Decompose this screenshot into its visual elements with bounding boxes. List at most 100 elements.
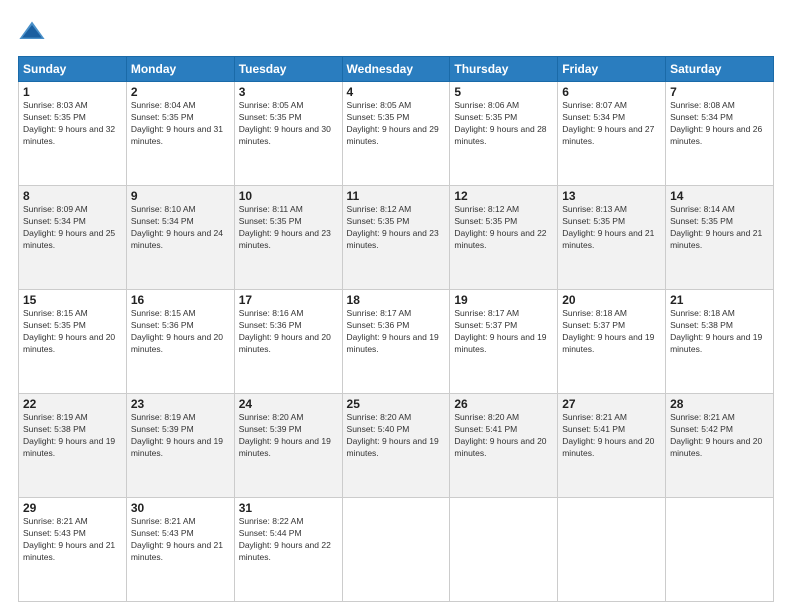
day-cell: 15 Sunrise: 8:15 AMSunset: 5:35 PMDaylig… — [19, 290, 127, 394]
day-info: Sunrise: 8:21 AMSunset: 5:43 PMDaylight:… — [23, 516, 115, 562]
day-cell: 12 Sunrise: 8:12 AMSunset: 5:35 PMDaylig… — [450, 186, 558, 290]
weekday-header-wednesday: Wednesday — [342, 57, 450, 82]
day-number: 16 — [131, 293, 230, 307]
header — [18, 18, 774, 46]
day-info: Sunrise: 8:03 AMSunset: 5:35 PMDaylight:… — [23, 100, 115, 146]
day-info: Sunrise: 8:12 AMSunset: 5:35 PMDaylight:… — [454, 204, 546, 250]
day-cell: 10 Sunrise: 8:11 AMSunset: 5:35 PMDaylig… — [234, 186, 342, 290]
page: SundayMondayTuesdayWednesdayThursdayFrid… — [0, 0, 792, 612]
day-cell — [342, 498, 450, 602]
day-number: 21 — [670, 293, 769, 307]
day-number: 2 — [131, 85, 230, 99]
day-cell — [450, 498, 558, 602]
day-number: 19 — [454, 293, 553, 307]
day-info: Sunrise: 8:20 AMSunset: 5:39 PMDaylight:… — [239, 412, 331, 458]
day-cell: 24 Sunrise: 8:20 AMSunset: 5:39 PMDaylig… — [234, 394, 342, 498]
day-info: Sunrise: 8:20 AMSunset: 5:41 PMDaylight:… — [454, 412, 546, 458]
weekday-header-saturday: Saturday — [666, 57, 774, 82]
weekday-header-monday: Monday — [126, 57, 234, 82]
weekday-header-thursday: Thursday — [450, 57, 558, 82]
day-cell: 27 Sunrise: 8:21 AMSunset: 5:41 PMDaylig… — [558, 394, 666, 498]
day-number: 6 — [562, 85, 661, 99]
day-number: 23 — [131, 397, 230, 411]
day-cell — [666, 498, 774, 602]
day-cell: 20 Sunrise: 8:18 AMSunset: 5:37 PMDaylig… — [558, 290, 666, 394]
day-number: 9 — [131, 189, 230, 203]
day-info: Sunrise: 8:16 AMSunset: 5:36 PMDaylight:… — [239, 308, 331, 354]
day-info: Sunrise: 8:10 AMSunset: 5:34 PMDaylight:… — [131, 204, 223, 250]
week-row-4: 22 Sunrise: 8:19 AMSunset: 5:38 PMDaylig… — [19, 394, 774, 498]
day-cell: 19 Sunrise: 8:17 AMSunset: 5:37 PMDaylig… — [450, 290, 558, 394]
day-info: Sunrise: 8:21 AMSunset: 5:42 PMDaylight:… — [670, 412, 762, 458]
day-info: Sunrise: 8:09 AMSunset: 5:34 PMDaylight:… — [23, 204, 115, 250]
day-info: Sunrise: 8:17 AMSunset: 5:36 PMDaylight:… — [347, 308, 439, 354]
day-cell: 18 Sunrise: 8:17 AMSunset: 5:36 PMDaylig… — [342, 290, 450, 394]
day-number: 11 — [347, 189, 446, 203]
day-cell: 21 Sunrise: 8:18 AMSunset: 5:38 PMDaylig… — [666, 290, 774, 394]
day-cell: 8 Sunrise: 8:09 AMSunset: 5:34 PMDayligh… — [19, 186, 127, 290]
day-cell — [558, 498, 666, 602]
day-number: 26 — [454, 397, 553, 411]
day-cell: 30 Sunrise: 8:21 AMSunset: 5:43 PMDaylig… — [126, 498, 234, 602]
day-number: 4 — [347, 85, 446, 99]
day-cell: 9 Sunrise: 8:10 AMSunset: 5:34 PMDayligh… — [126, 186, 234, 290]
day-cell: 4 Sunrise: 8:05 AMSunset: 5:35 PMDayligh… — [342, 82, 450, 186]
week-row-1: 1 Sunrise: 8:03 AMSunset: 5:35 PMDayligh… — [19, 82, 774, 186]
day-cell: 16 Sunrise: 8:15 AMSunset: 5:36 PMDaylig… — [126, 290, 234, 394]
day-cell: 3 Sunrise: 8:05 AMSunset: 5:35 PMDayligh… — [234, 82, 342, 186]
day-number: 18 — [347, 293, 446, 307]
calendar-table: SundayMondayTuesdayWednesdayThursdayFrid… — [18, 56, 774, 602]
day-number: 25 — [347, 397, 446, 411]
day-info: Sunrise: 8:15 AMSunset: 5:36 PMDaylight:… — [131, 308, 223, 354]
day-info: Sunrise: 8:22 AMSunset: 5:44 PMDaylight:… — [239, 516, 331, 562]
day-number: 1 — [23, 85, 122, 99]
day-info: Sunrise: 8:05 AMSunset: 5:35 PMDaylight:… — [239, 100, 331, 146]
day-info: Sunrise: 8:11 AMSunset: 5:35 PMDaylight:… — [239, 204, 331, 250]
weekday-header-sunday: Sunday — [19, 57, 127, 82]
day-number: 28 — [670, 397, 769, 411]
day-info: Sunrise: 8:08 AMSunset: 5:34 PMDaylight:… — [670, 100, 762, 146]
day-info: Sunrise: 8:19 AMSunset: 5:38 PMDaylight:… — [23, 412, 115, 458]
day-number: 10 — [239, 189, 338, 203]
day-number: 30 — [131, 501, 230, 515]
day-number: 17 — [239, 293, 338, 307]
day-number: 24 — [239, 397, 338, 411]
day-cell: 1 Sunrise: 8:03 AMSunset: 5:35 PMDayligh… — [19, 82, 127, 186]
day-cell: 31 Sunrise: 8:22 AMSunset: 5:44 PMDaylig… — [234, 498, 342, 602]
day-info: Sunrise: 8:06 AMSunset: 5:35 PMDaylight:… — [454, 100, 546, 146]
day-info: Sunrise: 8:17 AMSunset: 5:37 PMDaylight:… — [454, 308, 546, 354]
day-info: Sunrise: 8:13 AMSunset: 5:35 PMDaylight:… — [562, 204, 654, 250]
day-cell: 29 Sunrise: 8:21 AMSunset: 5:43 PMDaylig… — [19, 498, 127, 602]
day-cell: 14 Sunrise: 8:14 AMSunset: 5:35 PMDaylig… — [666, 186, 774, 290]
day-info: Sunrise: 8:14 AMSunset: 5:35 PMDaylight:… — [670, 204, 762, 250]
day-number: 8 — [23, 189, 122, 203]
day-number: 22 — [23, 397, 122, 411]
day-number: 31 — [239, 501, 338, 515]
logo-icon — [18, 18, 46, 46]
week-row-5: 29 Sunrise: 8:21 AMSunset: 5:43 PMDaylig… — [19, 498, 774, 602]
day-info: Sunrise: 8:20 AMSunset: 5:40 PMDaylight:… — [347, 412, 439, 458]
day-number: 29 — [23, 501, 122, 515]
day-info: Sunrise: 8:19 AMSunset: 5:39 PMDaylight:… — [131, 412, 223, 458]
day-cell: 2 Sunrise: 8:04 AMSunset: 5:35 PMDayligh… — [126, 82, 234, 186]
day-cell: 7 Sunrise: 8:08 AMSunset: 5:34 PMDayligh… — [666, 82, 774, 186]
day-info: Sunrise: 8:18 AMSunset: 5:37 PMDaylight:… — [562, 308, 654, 354]
day-info: Sunrise: 8:18 AMSunset: 5:38 PMDaylight:… — [670, 308, 762, 354]
weekday-header-row: SundayMondayTuesdayWednesdayThursdayFrid… — [19, 57, 774, 82]
week-row-2: 8 Sunrise: 8:09 AMSunset: 5:34 PMDayligh… — [19, 186, 774, 290]
day-number: 3 — [239, 85, 338, 99]
day-number: 14 — [670, 189, 769, 203]
day-info: Sunrise: 8:07 AMSunset: 5:34 PMDaylight:… — [562, 100, 654, 146]
day-number: 13 — [562, 189, 661, 203]
day-cell: 11 Sunrise: 8:12 AMSunset: 5:35 PMDaylig… — [342, 186, 450, 290]
weekday-header-friday: Friday — [558, 57, 666, 82]
day-cell: 13 Sunrise: 8:13 AMSunset: 5:35 PMDaylig… — [558, 186, 666, 290]
day-cell: 25 Sunrise: 8:20 AMSunset: 5:40 PMDaylig… — [342, 394, 450, 498]
day-cell: 22 Sunrise: 8:19 AMSunset: 5:38 PMDaylig… — [19, 394, 127, 498]
day-info: Sunrise: 8:04 AMSunset: 5:35 PMDaylight:… — [131, 100, 223, 146]
week-row-3: 15 Sunrise: 8:15 AMSunset: 5:35 PMDaylig… — [19, 290, 774, 394]
logo — [18, 18, 50, 46]
day-cell: 23 Sunrise: 8:19 AMSunset: 5:39 PMDaylig… — [126, 394, 234, 498]
day-cell: 6 Sunrise: 8:07 AMSunset: 5:34 PMDayligh… — [558, 82, 666, 186]
day-info: Sunrise: 8:05 AMSunset: 5:35 PMDaylight:… — [347, 100, 439, 146]
